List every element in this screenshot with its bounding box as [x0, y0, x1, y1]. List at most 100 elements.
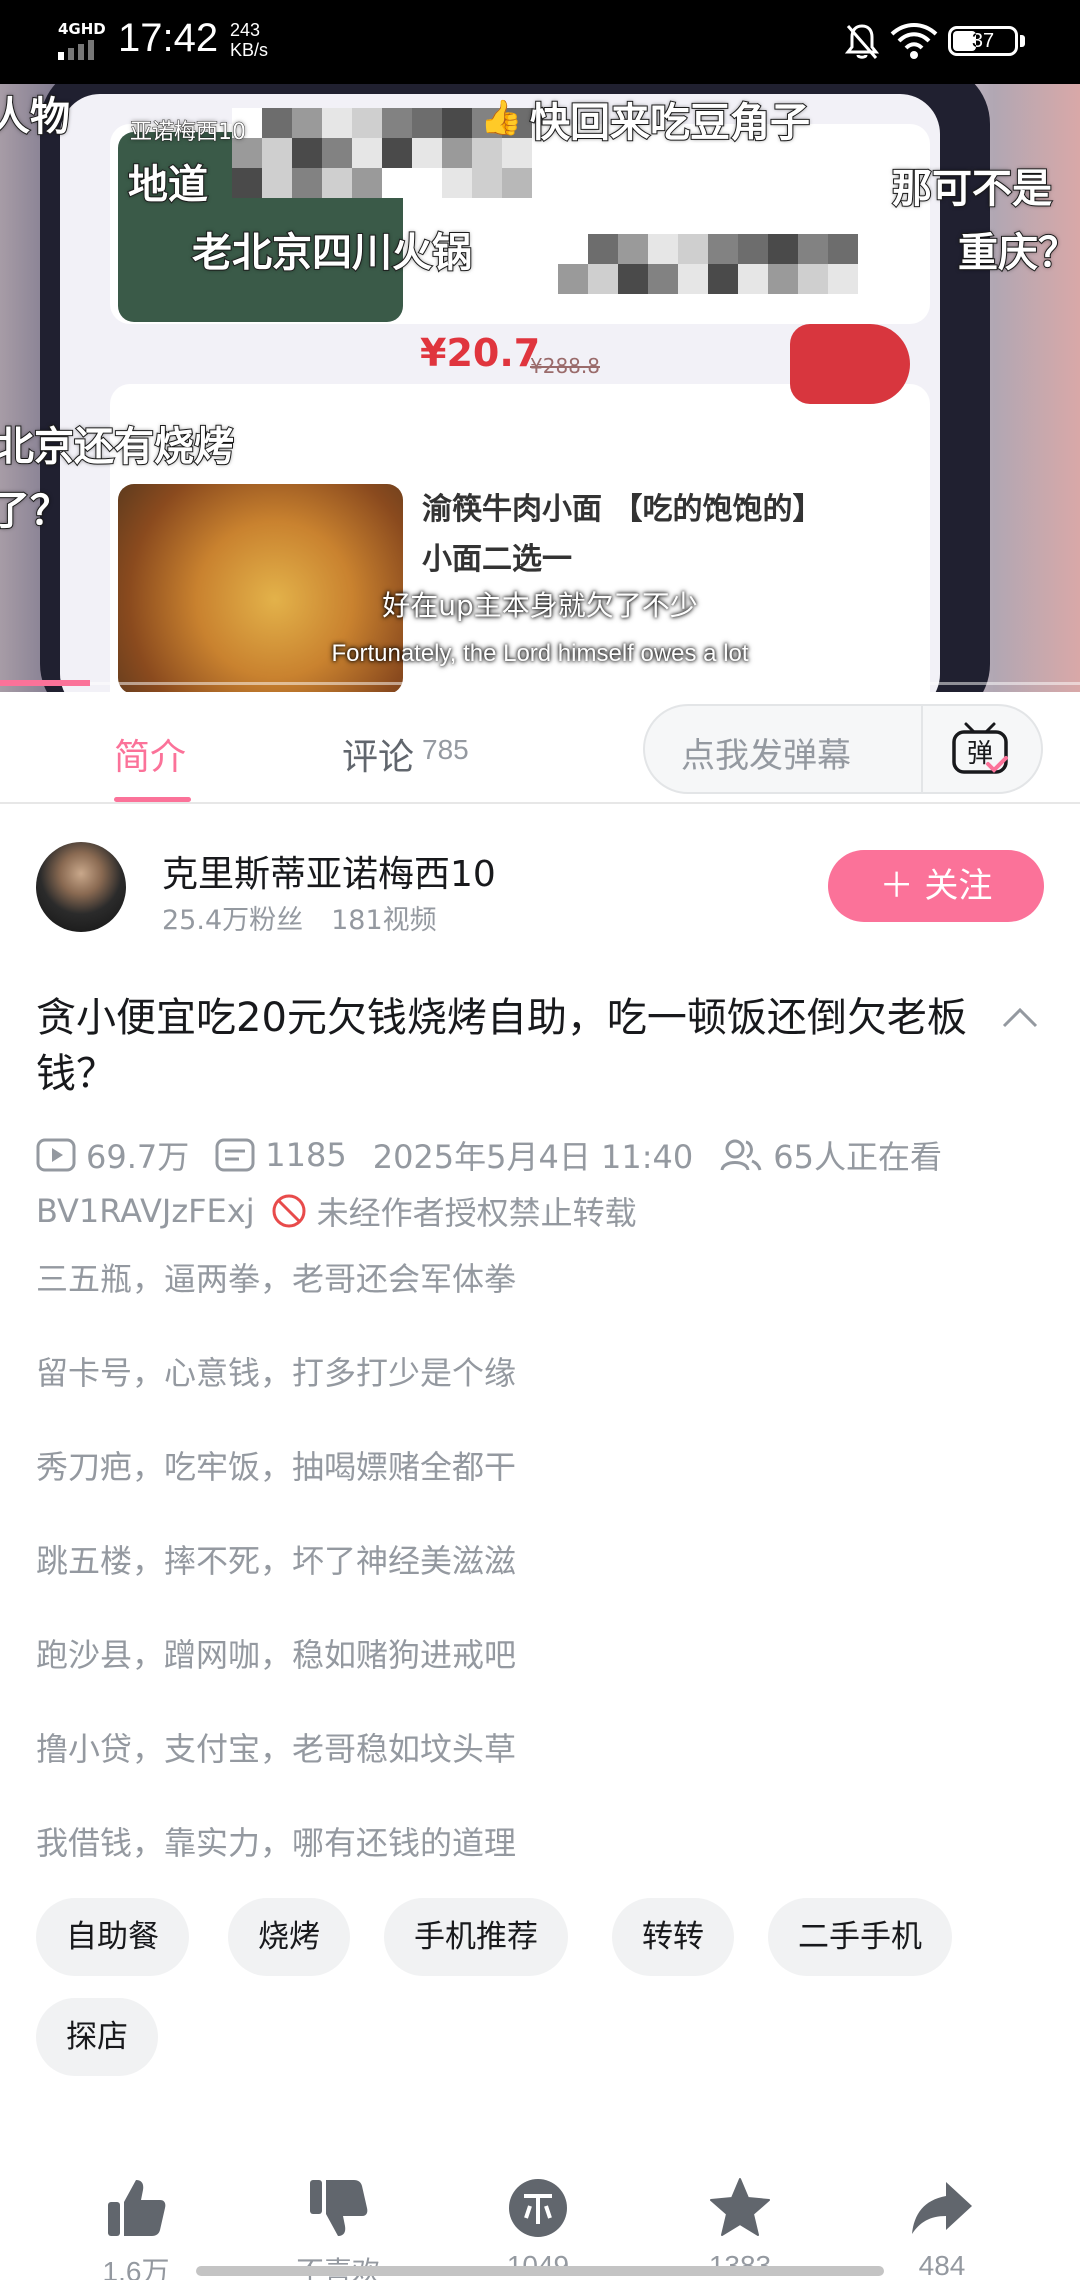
thumbs-up-icon [108, 2180, 166, 2236]
comments-count: 785 [422, 734, 469, 765]
uploader-avatar[interactable] [36, 842, 126, 932]
video-frame-deal-button [790, 324, 910, 404]
danmaku-item: 地道 [127, 161, 209, 209]
share-button[interactable]: 484 [882, 2176, 1002, 2280]
publish-date: 2025年5月4日 11:40 [372, 1138, 694, 1176]
subtitle-english: Fortunately, the Lord himself owes a lot [331, 640, 749, 667]
favorite-button[interactable]: 1383 [680, 2176, 800, 2280]
mosaic-cell [798, 264, 828, 294]
bvid[interactable]: BV1RAVJzFExj [36, 1192, 255, 1230]
play-count-icon [36, 1138, 76, 1172]
video-frame-original-price: ¥288.8 [530, 354, 600, 378]
divider [921, 706, 923, 792]
network-speed: 243 KB/s [230, 20, 268, 60]
mosaic-cell [292, 168, 322, 198]
description-line: 撸小贷，支付宝，老哥稳如坟头草 [36, 1730, 517, 1768]
uploader-name[interactable]: 克里斯蒂亚诺梅西10 [162, 845, 496, 897]
uploader-followers: 25.4万粉丝 [162, 905, 304, 936]
network-type: 4GHD [58, 20, 106, 38]
mosaic-cell [558, 264, 588, 294]
video-frame-item-title: 渝筷牛肉小面 【吃的饱饱的】 [422, 492, 823, 527]
tag-chip[interactable]: 探店 [36, 1998, 158, 2076]
mosaic-cell [648, 264, 678, 294]
battery-tip [1020, 35, 1025, 47]
description-line: 留卡号，心意钱，打多打少是个缘 [36, 1354, 517, 1392]
mosaic-cell [828, 234, 858, 264]
uploader-video-count: 181视频 [331, 905, 437, 936]
coin-button[interactable]: 1049 [478, 2176, 598, 2280]
network-speed-unit: KB/s [230, 40, 269, 60]
copyright-notice: 未经作者授权禁止转载 [316, 1194, 637, 1232]
mosaic-cell [828, 264, 858, 294]
thumbs-up-emoji-icon: 👍 [480, 98, 523, 138]
mosaic-cell [352, 108, 382, 138]
video-frame-item-subtitle: 小面二选一 [422, 542, 572, 577]
mosaic-cell [382, 108, 412, 138]
mosaic-cell [678, 264, 708, 294]
danmaku-item: 重庆？ [957, 229, 1079, 277]
watching-count: 65人正在看 [773, 1138, 942, 1176]
signal-icon [58, 40, 94, 60]
follow-button[interactable]: ＋ 关注 [828, 850, 1044, 922]
home-indicator[interactable] [196, 2266, 884, 2276]
share-count: 484 [918, 2250, 966, 2280]
mosaic-cell [798, 234, 828, 264]
danmaku-item: 北京还有烧烤 [0, 423, 235, 471]
tab-active-indicator [114, 797, 191, 802]
description-line: 跳五楼，摔不死，坏了神经美滋滋 [36, 1542, 517, 1580]
danmaku-item: 人物 [0, 93, 71, 141]
subtitle-chinese: 好在up主本身就欠了不少 [382, 589, 698, 622]
mosaic-cell [412, 138, 442, 168]
tag-chip[interactable]: 二手手机 [768, 1898, 952, 1976]
video-player[interactable]: ¥20.7 ¥288.8 渝筷牛肉小面 【吃的饱饱的】 小面二选一 亚诺梅西10… [0, 84, 1080, 692]
clock: 17:42 [118, 16, 219, 60]
view-count: 69.7万 [86, 1138, 190, 1176]
mosaic-cell [292, 138, 322, 168]
prohibited-icon [272, 1194, 306, 1228]
share-arrow-icon [912, 2182, 972, 2234]
detail-tab-bar: 简介 评论 785 点我发弹幕 弹 [0, 692, 1080, 804]
mosaic-cell [352, 138, 382, 168]
danmaku-item: 那可不是 [891, 165, 1053, 213]
battery-icon: 37 [948, 26, 1018, 56]
battery-percent: 37 [971, 30, 995, 52]
description-line: 我借钱，靠实力，哪有还钱的道理 [36, 1824, 517, 1862]
like-count: 1.6万 [102, 2256, 170, 2280]
tag-chip[interactable]: 自助餐 [36, 1898, 189, 1976]
tab-comments[interactable]: 评论 [342, 728, 414, 780]
video-progress-played[interactable] [0, 680, 90, 686]
chevron-up-icon[interactable] [1000, 1002, 1040, 1032]
tag-chip[interactable]: 烧烤 [228, 1898, 350, 1976]
danmaku-toggle-icon[interactable]: 弹 [950, 720, 1010, 778]
thumbs-down-icon [310, 2180, 368, 2236]
mute-icon [844, 24, 880, 59]
video-progress-track[interactable] [90, 682, 1080, 685]
danmaku-input[interactable]: 点我发弹幕 弹 [643, 704, 1043, 794]
mosaic-cell [708, 234, 738, 264]
description-line: 跑沙县，蹭网咖，稳如赌狗进戒吧 [36, 1636, 517, 1674]
status-bar: 4GHD 17:42 243 KB/s 37 [0, 0, 1080, 84]
dislike-button[interactable]: 不喜欢 [278, 2176, 398, 2280]
mosaic-cell [708, 264, 738, 294]
mosaic-cell [352, 168, 382, 198]
network-speed-value: 243 [230, 20, 261, 40]
mosaic-cell [558, 234, 588, 264]
tag-chip[interactable]: 转转 [612, 1898, 734, 1976]
mosaic-cell [768, 234, 798, 264]
mosaic-cell [262, 138, 292, 168]
tag-chip[interactable]: 手机推荐 [384, 1898, 568, 1976]
mosaic-cell [588, 264, 618, 294]
mosaic-cell [618, 234, 648, 264]
mosaic-cell [738, 234, 768, 264]
description-line: 三五瓶，逼两拳，老哥还会军体拳 [36, 1260, 517, 1298]
video-id-row: BV1RAVJzFExj 未经作者授权禁止转载 [36, 1188, 637, 1234]
star-icon [710, 2178, 770, 2236]
mosaic-cell [382, 168, 412, 198]
danmaku-count-icon [215, 1138, 255, 1172]
mosaic-cell [382, 138, 412, 168]
like-button[interactable]: 1.6万 [76, 2176, 196, 2280]
mosaic-cell [322, 108, 352, 138]
wifi-icon [890, 23, 938, 59]
tab-intro[interactable]: 简介 [114, 728, 186, 780]
description-line: 秀刀疤，吃牢饭，抽喝嫖赌全都干 [36, 1448, 517, 1486]
